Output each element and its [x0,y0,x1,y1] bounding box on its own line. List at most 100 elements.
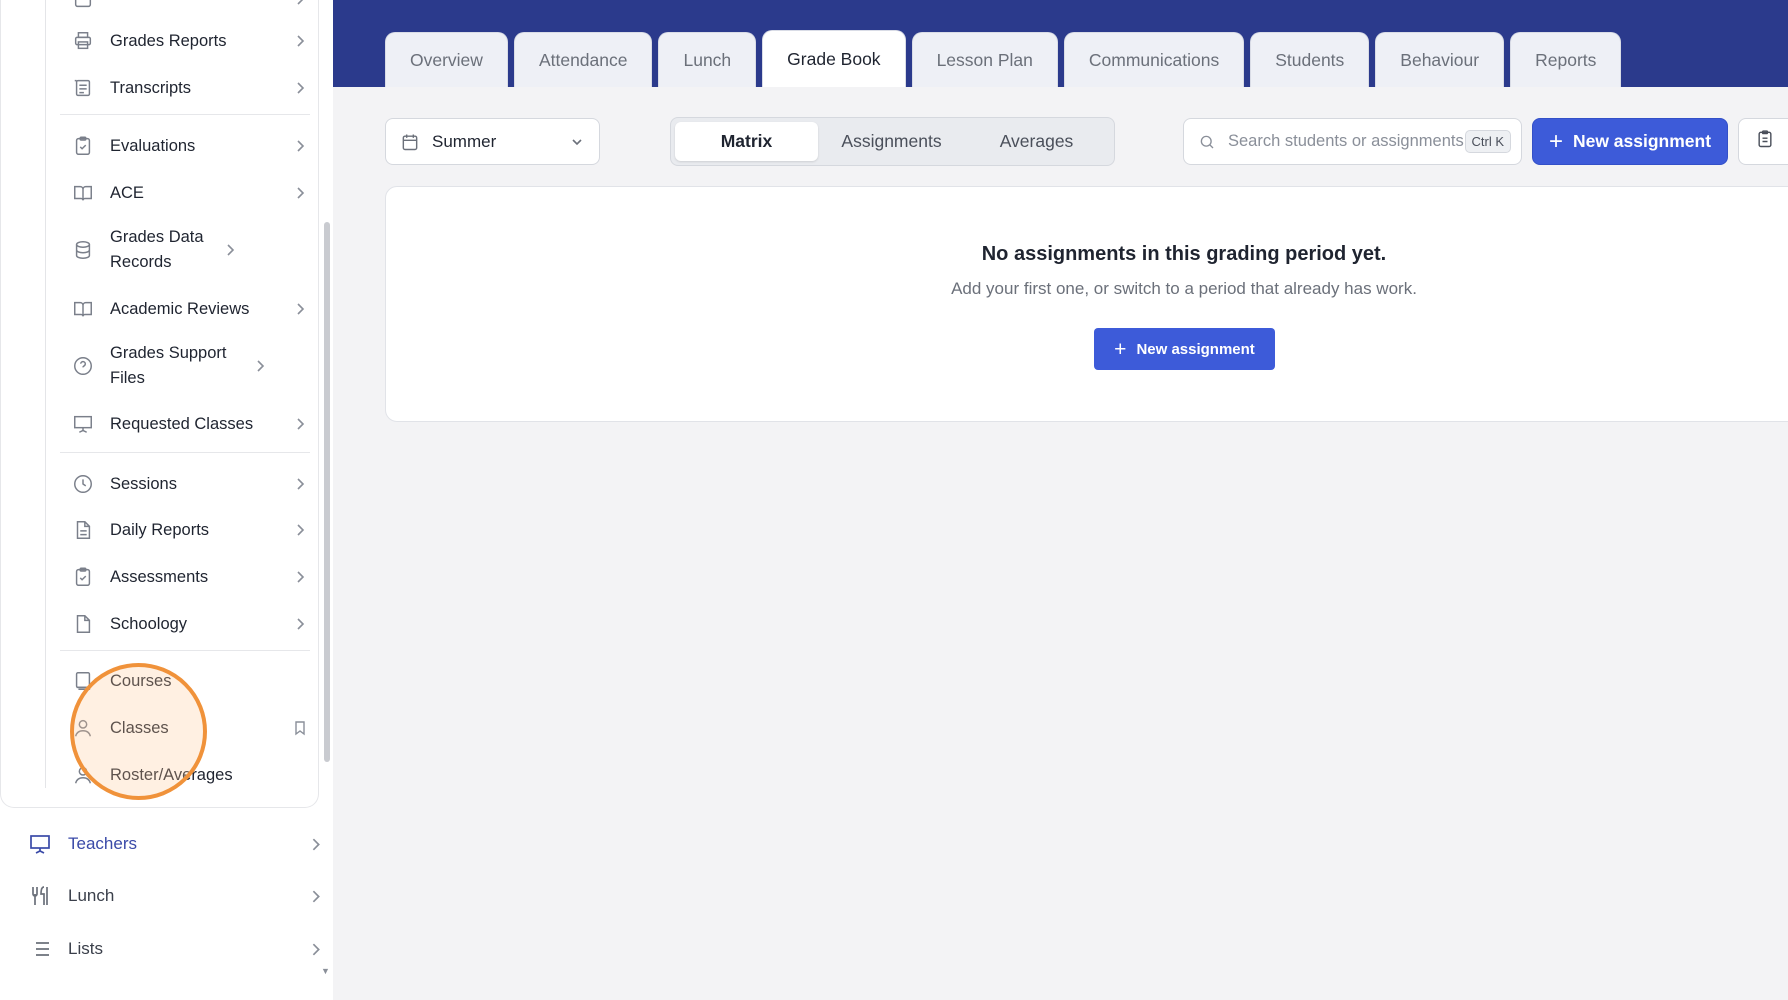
sidebar-item-label: Grades Reports [110,31,227,50]
list-icon [26,935,54,963]
users-icon [70,762,96,788]
empty-state-card: No assignments in this grading period ye… [385,186,1788,422]
chevron-right-icon [290,0,310,9]
sidebar-item-label: Classes [110,718,169,737]
view-assignments[interactable]: Assignments [818,122,965,161]
file-text-icon [70,517,96,543]
chevron-right-icon [220,240,240,260]
chevron-right-icon [290,567,310,587]
tab-lesson-plan[interactable]: Lesson Plan [911,32,1058,87]
search-input[interactable] [1228,132,1465,151]
sidebar-item-label: Assessments [110,567,209,586]
chevron-right-icon [250,356,270,376]
sidebar-item-label: Sessions [110,474,177,493]
sidebar-item-label: Courses [110,671,172,690]
chevron-right-icon [290,299,310,319]
tab-lunch[interactable]: Lunch [658,32,757,87]
book-open-icon [70,296,96,322]
sidebar-item-transcripts[interactable]: Transcripts [70,75,310,101]
sidebar-item-classes[interactable]: Classes [70,715,310,741]
sidebar-item-label: ACE [110,183,144,202]
divider [60,452,310,453]
nav-label: Lists [68,939,103,958]
chevron-right-icon [290,414,310,434]
chevron-right-icon [304,938,326,960]
sidebar-item-roster-averages[interactable]: Roster/Averages [70,762,310,788]
sidebar-scrollbar[interactable] [324,222,330,762]
tab-students[interactable]: Students [1250,32,1370,87]
clipboard-check-icon [70,133,96,159]
view-matrix[interactable]: Matrix [675,122,818,161]
sidebar-item-ace[interactable]: ACE [70,180,310,206]
tab-behaviour[interactable]: Behaviour [1375,32,1505,87]
tab-attendance[interactable]: Attendance [513,32,653,87]
period-select[interactable]: Summer [385,118,600,165]
sidebar-item-grades-data-records[interactable]: Grades Data Records [70,225,310,275]
chevron-right-icon [290,474,310,494]
chevron-down-icon [569,134,585,150]
sidebar-item-grades-reports[interactable]: Grades Reports [70,28,310,54]
sidebar-item-label: Transcripts [110,78,191,97]
tab-communications[interactable]: Communications [1063,32,1245,87]
chevron-right-icon [290,520,310,540]
sidebar-item-label: Grades Data Records [110,228,204,271]
search-icon [1198,133,1216,151]
sidebar-item-assessments[interactable]: Assessments [70,564,310,590]
sidebar-item-grades-support-files[interactable]: Grades Support Files [70,341,310,391]
view-averages[interactable]: Averages [965,122,1108,161]
sidebar-item-cutoff[interactable] [70,0,310,12]
database-icon [70,237,96,263]
nav-lists[interactable]: Lists [26,935,326,963]
presentation-icon [26,830,54,858]
divider [60,114,310,115]
chevron-right-icon [290,78,310,98]
period-value: Summer [432,131,497,151]
book-icon [70,668,96,694]
chevron-right-icon [290,183,310,203]
new-assignment-label: New assignment [1572,131,1712,151]
search-box: Ctrl K [1183,118,1522,165]
calendar-icon [70,0,96,12]
sidebar-item-schoology[interactable]: Schoology [70,611,310,637]
sidebar-item-requested-classes[interactable]: Requested Classes [70,411,310,437]
chevron-right-icon [304,833,326,855]
printer-icon [70,28,96,54]
bookmark-icon[interactable] [290,718,310,738]
calendar-icon [400,132,420,152]
sidebar-item-label: Evaluations [110,136,196,155]
sidebar-item-label: Academic Reviews [110,299,250,318]
clipboard-button[interactable] [1738,118,1788,165]
clipboard-check-icon [70,564,96,590]
chevron-right-icon [304,885,326,907]
sidebar-item-daily-reports[interactable]: Daily Reports [70,517,310,543]
shortcut-hint: Ctrl K [1464,130,1511,153]
tab-reports[interactable]: Reports [1510,32,1622,87]
sidebar-item-courses[interactable]: Courses [70,668,310,694]
sidebar-item-label: Requested Classes [110,414,254,433]
file-icon [70,611,96,637]
divider [60,650,310,651]
sidebar-item-academic-reviews[interactable]: Academic Reviews [70,296,310,322]
empty-state-title: No assignments in this grading period ye… [981,243,1387,265]
chevron-right-icon [290,614,310,634]
new-assignment-button[interactable]: + New assignment [1532,118,1728,165]
chevron-right-icon [290,31,310,51]
nav-lunch[interactable]: Lunch [26,882,326,910]
chevron-right-icon [290,136,310,156]
button-label: New assignment [1136,340,1255,358]
sidebar-item-label: Roster/Averages [110,765,233,784]
scroll-down-icon[interactable]: ▼ [321,966,330,976]
sidebar: Grades Reports Transcripts Evaluations A… [0,0,333,1000]
nav-teachers[interactable]: Teachers [26,830,326,858]
user-icon [70,715,96,741]
sidebar-item-label: Daily Reports [110,520,210,539]
help-circle-icon [70,353,96,379]
plus-icon: + [1548,127,1563,155]
transcript-icon [70,75,96,101]
tab-grade-book[interactable]: Grade Book [762,30,906,87]
sidebar-item-sessions[interactable]: Sessions [70,471,310,497]
plus-icon: + [1114,337,1127,361]
empty-state-new-assignment-button[interactable]: + New assignment [1094,328,1275,370]
tab-overview[interactable]: Overview [385,32,508,87]
sidebar-item-evaluations[interactable]: Evaluations [70,133,310,159]
